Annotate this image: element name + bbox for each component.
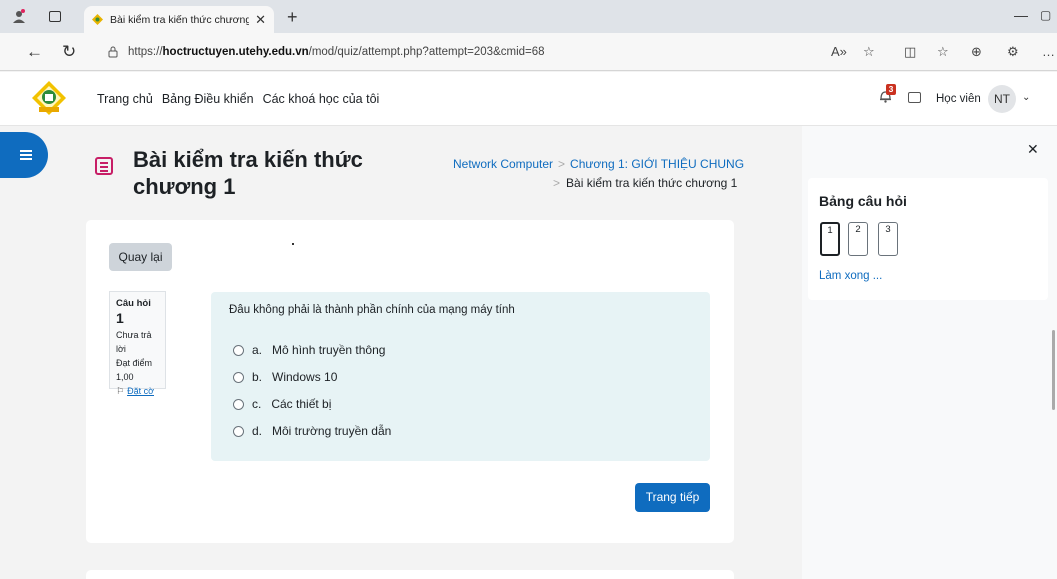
profile-icon[interactable] bbox=[12, 9, 26, 23]
option-text: Môi trường truyền dẫn bbox=[272, 424, 392, 438]
option-letter: d. bbox=[252, 424, 263, 438]
site-favicon-icon bbox=[92, 14, 103, 25]
page-title: Bài kiểm tra kiến thức chương 1 bbox=[133, 147, 363, 199]
option-letter: b. bbox=[252, 370, 263, 384]
scrollbar[interactable] bbox=[1052, 330, 1055, 410]
radio-button[interactable] bbox=[233, 344, 244, 356]
option-letter: c. bbox=[252, 397, 262, 411]
tab-close-icon[interactable]: ✕ bbox=[255, 12, 266, 28]
question-text: Đâu không phải là thành phần chính của m… bbox=[229, 304, 515, 316]
breadcrumb-section[interactable]: Chương 1: GIỚI THIỆU CHUNG bbox=[570, 157, 744, 171]
messages-icon[interactable] bbox=[908, 92, 921, 103]
question-info: Câu hỏi 1 Chưa trả lời Đạt điểm 1,00 ⚐ Đặ… bbox=[109, 291, 166, 396]
browser-tab[interactable]: Bài kiểm tra kiến thức chương 1 | ✕ bbox=[84, 6, 274, 33]
close-icon[interactable]: ✕ bbox=[1027, 141, 1039, 158]
read-aloud-icon[interactable]: A» bbox=[831, 44, 847, 59]
nav-my-courses[interactable]: Các khoá học của tôi bbox=[263, 92, 380, 106]
nav-home[interactable]: Trang chủ bbox=[97, 92, 153, 106]
question-content: Đâu không phải là thành phần chính của m… bbox=[211, 292, 710, 461]
answer-option-b[interactable]: b. Windows 10 bbox=[233, 370, 337, 384]
chevron-right-icon: > bbox=[558, 157, 566, 171]
url-path: /mod/quiz/attempt.php?attempt=203&cmid=6… bbox=[308, 46, 545, 58]
course-index-toggle[interactable] bbox=[0, 132, 48, 178]
option-text: Windows 10 bbox=[272, 370, 338, 384]
answer-option-a[interactable]: a. Mô hình truyền thông bbox=[233, 343, 385, 357]
url-field[interactable]: https://hoctructuyen.utehy.edu.vn/mod/qu… bbox=[96, 38, 876, 66]
secondary-card bbox=[86, 570, 734, 579]
address-toolbar: ← ↻ https://hoctructuyen.utehy.edu.vn/mo… bbox=[0, 33, 1057, 71]
nav-dashboard[interactable]: Bảng Điều khiển bbox=[162, 92, 254, 106]
radio-button[interactable] bbox=[233, 371, 244, 383]
split-screen-icon[interactable]: ◫ bbox=[904, 44, 916, 60]
lock-icon bbox=[108, 46, 118, 58]
navigation-title: Bảng câu hỏi bbox=[819, 193, 907, 209]
flag-icon: ⚐ bbox=[116, 386, 125, 396]
url-prefix: https:// bbox=[128, 46, 163, 58]
back-arrow-icon[interactable]: ← bbox=[26, 42, 43, 62]
flag-question-link[interactable]: ⚐ Đặt cờ bbox=[116, 384, 159, 398]
next-page-button[interactable]: Trang tiếp bbox=[635, 483, 710, 512]
finish-attempt-link[interactable]: Làm xong ... bbox=[819, 270, 882, 282]
more-menu-icon[interactable]: … bbox=[1042, 44, 1055, 59]
restore-icon[interactable]: ▢ bbox=[1040, 8, 1051, 22]
answer-option-d[interactable]: d. Môi trường truyền dẫn bbox=[233, 424, 391, 438]
question-points: Đạt điểm 1,00 bbox=[116, 358, 153, 382]
avatar[interactable]: NT bbox=[988, 85, 1016, 113]
question-nav-button[interactable]: 1 bbox=[820, 222, 840, 256]
tab-actions-icon[interactable] bbox=[49, 11, 61, 22]
refresh-icon[interactable]: ↻ bbox=[62, 42, 76, 62]
favorites-icon[interactable]: ☆ bbox=[937, 44, 949, 60]
option-text: Mô hình truyền thông bbox=[272, 343, 386, 357]
breadcrumb: Network Computer > Chương 1: GIỚI THIỆU CH… bbox=[453, 157, 744, 171]
radio-button[interactable] bbox=[233, 425, 244, 437]
question-number-label: Câu hỏi 1 bbox=[116, 298, 151, 326]
collections-icon[interactable]: ⊕ bbox=[971, 44, 982, 60]
user-role: Học viên bbox=[936, 93, 981, 105]
quiz-navigation-panel: Bảng câu hỏi 1 2 3 Làm xong ... bbox=[808, 178, 1048, 300]
question-number: 1 bbox=[116, 310, 124, 326]
breadcrumb-current: Bài kiểm tra kiến thức chương 1 bbox=[566, 176, 738, 190]
favorite-star-icon[interactable]: ☆ bbox=[863, 44, 875, 60]
new-tab-icon[interactable]: + bbox=[287, 7, 298, 28]
answer-option-c[interactable]: c. Các thiết bị bbox=[233, 397, 331, 411]
minimize-icon[interactable]: — bbox=[1014, 7, 1028, 23]
chevron-down-icon[interactable]: ⌄ bbox=[1022, 92, 1030, 103]
breadcrumb-course[interactable]: Network Computer bbox=[453, 157, 553, 171]
flag-label[interactable]: Đặt cờ bbox=[127, 386, 154, 396]
chevron-right-icon: > bbox=[553, 176, 561, 190]
quiz-icon bbox=[95, 157, 113, 175]
question-status: Chưa trả lời bbox=[116, 330, 152, 354]
notification-badge: 3 bbox=[886, 84, 896, 95]
site-logo[interactable] bbox=[31, 80, 67, 116]
option-text: Các thiết bị bbox=[271, 397, 332, 411]
radio-button[interactable] bbox=[233, 398, 244, 410]
option-letter: a. bbox=[252, 343, 263, 357]
back-button[interactable]: Quay lại bbox=[109, 243, 172, 271]
menu-icon bbox=[20, 150, 32, 162]
extensions-icon[interactable]: ⚙ bbox=[1007, 44, 1019, 60]
url-host: hoctructuyen.utehy.edu.vn bbox=[162, 46, 309, 58]
question-nav-button[interactable]: 3 bbox=[878, 222, 898, 256]
question-nav-button[interactable]: 2 bbox=[848, 222, 868, 256]
breadcrumb-current-row: > Bài kiểm tra kiến thức chương 1 bbox=[553, 176, 737, 190]
primary-navigation: Trang chủ Bảng Điều khiển Các khoá học c… bbox=[97, 92, 379, 106]
tab-title: Bài kiểm tra kiến thức chương 1 | bbox=[110, 13, 250, 26]
decorative-dot bbox=[292, 243, 294, 245]
site-header: Trang chủ Bảng Điều khiển Các khoá học c… bbox=[0, 72, 1057, 126]
browser-tab-bar: Bài kiểm tra kiến thức chương 1 | ✕ + — … bbox=[0, 0, 1057, 33]
